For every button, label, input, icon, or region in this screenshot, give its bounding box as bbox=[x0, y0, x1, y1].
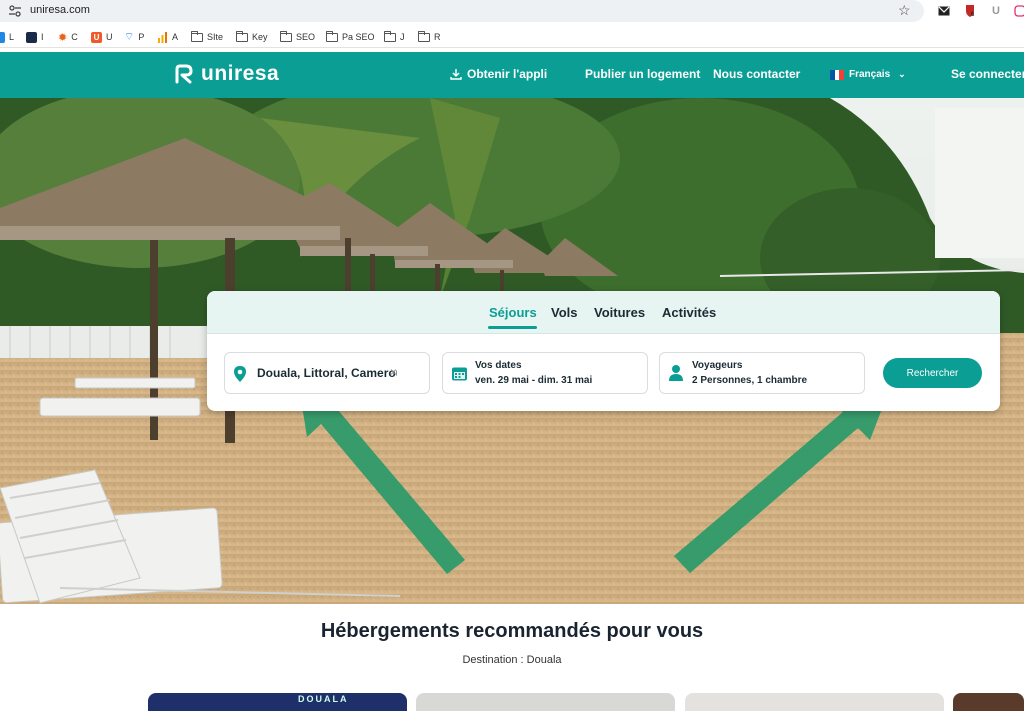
bookmark-6[interactable]: SIte bbox=[190, 30, 223, 44]
tab-stays[interactable]: Séjours bbox=[489, 305, 537, 320]
bookmark-9[interactable]: Pa SEO bbox=[325, 30, 375, 44]
mail-extension-icon[interactable] bbox=[936, 3, 952, 19]
sun-icon: ✹ bbox=[58, 31, 68, 44]
tab-activities[interactable]: Activités bbox=[662, 305, 716, 320]
listing-card-1[interactable]: DOUALA bbox=[148, 693, 407, 711]
listing-card-2[interactable] bbox=[416, 693, 675, 711]
signal-icon: ⌔ bbox=[124, 31, 135, 43]
browser-toolbar: uniresa.com ☆ 6 U bbox=[0, 0, 1024, 24]
url-text[interactable]: uniresa.com bbox=[30, 4, 90, 16]
folder-icon bbox=[417, 30, 430, 42]
folder-icon bbox=[279, 30, 292, 42]
extension-badge: 6 bbox=[971, 12, 975, 18]
bookmark-0[interactable]: L bbox=[0, 30, 14, 44]
publish-listing-link[interactable]: Publier un logement bbox=[585, 67, 700, 81]
orange-u-icon: U bbox=[91, 31, 102, 43]
search-button[interactable]: Rechercher bbox=[883, 358, 982, 388]
location-pin-icon bbox=[234, 366, 246, 382]
listing-sign-text: DOUALA bbox=[298, 694, 349, 704]
clear-icon[interactable]: × bbox=[390, 365, 397, 379]
uniresa-logo[interactable]: uniresa bbox=[173, 62, 279, 86]
guests-value: 2 Personnes, 1 chambre bbox=[692, 375, 808, 386]
listing-card-3[interactable] bbox=[685, 693, 944, 711]
site-settings-icon[interactable] bbox=[8, 4, 22, 18]
folder-icon bbox=[235, 30, 248, 42]
folder-icon bbox=[325, 30, 338, 42]
dates-value: ven. 29 mai - dim. 31 mai bbox=[475, 375, 593, 386]
listing-card-4[interactable] bbox=[953, 693, 1024, 711]
dates-label: Vos dates bbox=[475, 360, 522, 371]
recommendations-title: Hébergements recommandés pour vous bbox=[320, 620, 704, 642]
download-icon bbox=[450, 69, 462, 80]
logo-mark-icon bbox=[175, 64, 193, 84]
login-link[interactable]: Se connecter bbox=[951, 67, 1024, 81]
bookmark-11[interactable]: R bbox=[417, 30, 441, 44]
folder-icon bbox=[383, 30, 396, 42]
bookmark-star-icon[interactable]: ☆ bbox=[898, 2, 911, 19]
destination-field[interactable]: Douala, Littoral, Cameroun × bbox=[224, 352, 430, 394]
destination-input[interactable]: Douala, Littoral, Cameroun bbox=[257, 366, 397, 380]
blue-square-icon bbox=[0, 31, 5, 43]
bookmark-7[interactable]: Key bbox=[235, 30, 268, 44]
camera-extension-icon[interactable] bbox=[1012, 3, 1024, 19]
calendar-icon bbox=[452, 367, 467, 381]
bookmark-2[interactable]: ✹ C bbox=[58, 30, 78, 44]
guests-field[interactable]: Voyageurs 2 Personnes, 1 chambre bbox=[659, 352, 865, 394]
french-flag-icon bbox=[830, 69, 845, 80]
get-app-link[interactable]: Obtenir l'appli bbox=[450, 67, 547, 81]
bookmark-8[interactable]: SEO bbox=[279, 30, 315, 44]
tab-cars[interactable]: Voitures bbox=[594, 305, 645, 320]
bar-chart-icon bbox=[158, 31, 167, 43]
active-tab-indicator bbox=[488, 326, 537, 329]
search-card: Séjours Vols Voitures Activités Douala, … bbox=[207, 291, 1000, 411]
logo-text: uniresa bbox=[201, 62, 280, 85]
language-selector[interactable]: Français ⌄ bbox=[830, 69, 906, 80]
bookmark-1[interactable]: I bbox=[26, 30, 44, 44]
bookmarks-bar: L I ✹ C UU ⌔ P A SIte Key SEO Pa SEO J R bbox=[0, 26, 1024, 48]
bookmark-3[interactable]: UU bbox=[91, 30, 113, 44]
dates-field[interactable]: Vos dates ven. 29 mai - dim. 31 mai bbox=[442, 352, 648, 394]
address-bar[interactable]: uniresa.com ☆ bbox=[0, 0, 924, 22]
dark-chart-icon bbox=[26, 31, 37, 43]
recommendations-subtitle: Destination : Douala bbox=[462, 654, 562, 666]
user-icon bbox=[669, 365, 683, 381]
contact-link[interactable]: Nous contacter bbox=[713, 67, 800, 81]
bookmark-10[interactable]: J bbox=[383, 30, 405, 44]
bookmark-4[interactable]: ⌔ P bbox=[124, 30, 144, 44]
shield-extension-icon[interactable]: 6 bbox=[962, 3, 978, 19]
folder-icon bbox=[190, 30, 203, 42]
bookmark-5[interactable]: A bbox=[157, 30, 178, 44]
guests-label: Voyageurs bbox=[692, 360, 743, 371]
search-tabs: Séjours Vols Voitures Activités bbox=[207, 291, 1000, 334]
u-extension-icon[interactable]: U bbox=[988, 3, 1004, 19]
tab-flights[interactable]: Vols bbox=[551, 305, 578, 320]
site-header: uniresa Obtenir l'appli Publier un logem… bbox=[0, 52, 1024, 98]
chevron-down-icon: ⌄ bbox=[898, 69, 906, 79]
